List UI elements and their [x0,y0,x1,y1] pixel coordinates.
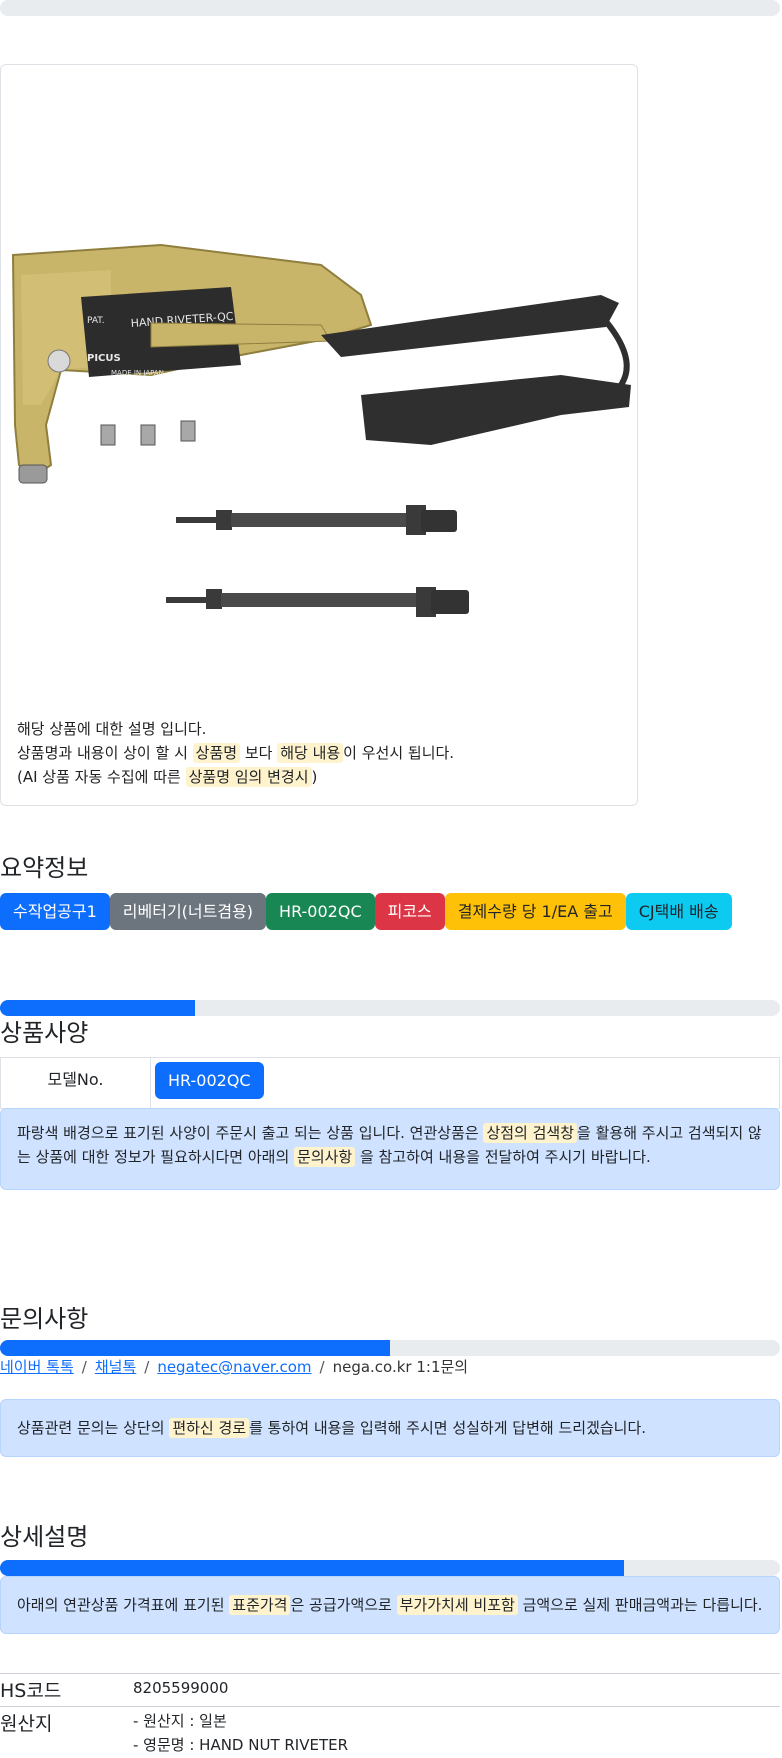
inquiry-title: 문의사항 [0,1305,89,1333]
notice-text: 아래의 연관상품 가격표에 표기된 [17,1596,230,1614]
spec-label-model: 모델No. [1,1058,151,1108]
specs-title: 상품사양 [0,1019,89,1047]
image-madein-text: MADE IN JAPAN [111,369,164,377]
highlight-standard-price: 표준가격 [229,1595,291,1615]
badge-subcategory[interactable]: 리베터기(너트겸용) [109,893,267,930]
notice-text: 금액으로 실제 판매금액과는 다릅니다. [517,1596,763,1614]
detail-progress-bar [0,1560,780,1576]
inquiry-progress-bar [0,1340,780,1356]
specs-notice: 파랑색 배경으로 표기된 사양이 주문시 출고 되는 상품 입니다. 연관상품은… [0,1108,780,1190]
origin-values: - 원산지 : 일본 - 영문명 : HAND NUT RIVETER [133,1709,348,1757]
origin-label: 원산지 [0,1713,53,1735]
summary-badges: 수작업공구1 리베터기(너트겸용) HR-002QC 피코스 결제수량 당 1/… [0,893,732,930]
email-link[interactable]: negatec@naver.com [157,1358,311,1376]
highlight-inquiry: 문의사항 [294,1147,356,1167]
highlight-route: 편하신 경로 [169,1418,250,1438]
top-progress-bar [0,0,780,16]
description-text: (AI 상품 자동 수집에 따른 [17,768,186,786]
spec-model-badge[interactable]: HR-002QC [155,1062,264,1099]
channel-talk-link[interactable]: 채널톡 [95,1358,136,1376]
product-image-card: HAND RIVETER-QC PAT. PICUS MADE IN JAPAN… [0,64,638,806]
highlight-content: 해당 내용 [277,743,344,763]
description-line-3: (AI 상품 자동 수집에 따른 상품명 임의 변경시) [17,765,454,789]
description-text: 보다 [240,744,278,762]
badge-quantity[interactable]: 결제수량 당 1/EA 출고 [444,893,626,930]
specs-progress-bar [0,1000,780,1016]
naver-talk-link[interactable]: 네이버 톡톡 [0,1358,74,1376]
badge-brand[interactable]: 피코스 [374,893,445,930]
badge-shipping[interactable]: CJ택배 배송 [625,893,732,930]
spec-table: 모델No. HR-002QC [0,1057,780,1109]
hs-code-row: HS코드 8205599000 [0,1673,780,1706]
notice-text: 파랑색 배경으로 표기된 사양이 주문시 출고 되는 상품 입니다. 연관상품은 [17,1124,484,1142]
description-line-2: 상품명과 내용이 상이 할 시 상품명 보다 해당 내용 이 우선시 됩니다. [17,741,454,765]
inquiry-links: 네이버 톡톡 / 채널톡 / negatec@naver.com / nega.co.kr … [0,1356,468,1377]
hs-code-value: 8205599000 [133,1679,229,1697]
notice-text: 를 통하여 내용을 입력해 주시면 성실하게 답변해 드리겠습니다. [249,1419,647,1437]
description-text: 상품명과 내용이 상이 할 시 [17,744,193,762]
product-image: HAND RIVETER-QC PAT. PICUS MADE IN JAPAN [11,243,631,617]
detail-progress-fill [0,1560,624,1576]
hs-code-label: HS코드 [0,1680,62,1702]
site-inquiry-text: nega.co.kr 1:1문의 [332,1358,469,1376]
product-description: 해당 상품에 대한 설명 입니다. 상품명과 내용이 상이 할 시 상품명 보다… [17,717,454,789]
detail-title: 상세설명 [0,1523,89,1551]
spec-value-cell: HR-002QC [151,1058,268,1108]
link-separator: / [144,1358,150,1376]
description-text: 이 우선시 됩니다. [343,744,455,762]
link-separator: / [319,1358,325,1376]
notice-text: 을 참고하여 내용을 전달하여 주시기 바랍니다. [355,1148,651,1166]
origin-english-name: - 영문명 : HAND NUT RIVETER [133,1736,349,1754]
origin-country: - 원산지 : 일본 [133,1712,227,1730]
origin-row: 원산지 - 원산지 : 일본 - 영문명 : HAND NUT RIVETER [0,1706,780,1758]
inquiry-notice: 상품관련 문의는 상단의 편하신 경로 를 통하여 내용을 입력해 주시면 성실하… [0,1399,780,1457]
link-separator: / [81,1358,87,1376]
description-text: ) [311,768,318,786]
inquiry-progress-fill [0,1340,390,1356]
highlight-product-name: 상품명 [192,743,241,763]
image-brand-text: PICUS [87,353,121,364]
highlight-name-change: 상품명 임의 변경시 [185,767,312,787]
badge-category[interactable]: 수작업공구1 [0,893,110,930]
image-pat-text: PAT. [87,316,105,326]
detail-notice: 아래의 연관상품 가격표에 표기된 표준가격 은 공급가액으로 부가가치세 비포함… [0,1576,780,1634]
notice-text: 상품관련 문의는 상단의 [17,1419,170,1437]
highlight-vat: 부가가치세 비포함 [396,1595,518,1615]
description-line-1: 해당 상품에 대한 설명 입니다. [17,720,207,738]
badge-model[interactable]: HR-002QC [266,893,375,930]
notice-text: 은 공급가액으로 [290,1596,397,1614]
summary-title: 요약정보 [0,854,89,882]
highlight-store-search: 상점의 검색창 [483,1123,578,1143]
